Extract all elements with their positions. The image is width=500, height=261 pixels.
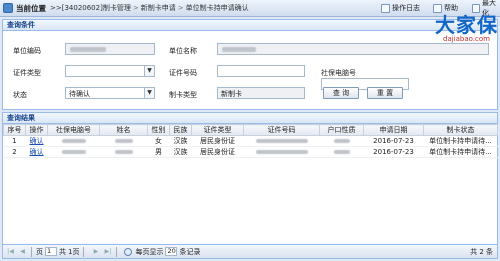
- redacted-hukou: [333, 150, 350, 154]
- table-header: 序号 操作 社保电脑号 姓名 性别 民族 证件类型 证件号码 户口性质 申请日期…: [3, 124, 498, 136]
- operation-log-label: 操作日志: [392, 4, 420, 12]
- total-pages: 1页: [68, 247, 80, 256]
- query-results-panel: 查询结果 序号 操作 社保电脑号 姓名 性别 民族 证件类型 证件号码 户口性质…: [2, 112, 498, 259]
- query-results-title: 查询结果: [3, 113, 497, 124]
- page-prefix: 页: [36, 247, 43, 256]
- unit-name-label: 单位名称: [169, 47, 197, 55]
- status-value: 待确认: [69, 90, 90, 98]
- table-row[interactable]: 1 确认 女 汉族 居民身份证 2016-07-23 单位制卡持申请待...: [3, 135, 498, 147]
- reset-button[interactable]: 重 置: [367, 87, 403, 99]
- watermark-logo-main: 大家保: [435, 13, 498, 37]
- id-no-label: 证件号码: [169, 69, 197, 77]
- pager-separator: [116, 246, 118, 257]
- pager-separator: [31, 246, 32, 257]
- redacted-name: [114, 150, 133, 154]
- confirm-link[interactable]: 确认: [30, 148, 44, 156]
- per-page-suffix: 条记录: [179, 247, 201, 256]
- id-type-label: 证件类型: [13, 69, 41, 77]
- prev-page-icon[interactable]: ◀: [18, 247, 27, 256]
- unit-code-field: [65, 43, 155, 55]
- card-no-label: 社保电脑号: [321, 69, 356, 77]
- next-page-icon[interactable]: ▶: [91, 247, 100, 256]
- operation-log-button[interactable]: 操作日志: [381, 2, 420, 14]
- query-conditions-title: 查询条件: [3, 20, 497, 31]
- watermark-logo: 大家保 dajiabao.com: [435, 15, 498, 43]
- redacted-card-no: [61, 150, 86, 154]
- gender: 女: [147, 135, 170, 147]
- col-header[interactable]: 证件类型: [191, 124, 244, 136]
- gender: 男: [147, 146, 170, 158]
- pagination-bar: |◀ ◀ 页 1 共 1页 ▶ ▶| 每页显示 20 条记录 共 2 条: [3, 244, 497, 258]
- location-icon: [3, 3, 13, 13]
- redacted-id-no: [255, 139, 308, 143]
- breadcrumb-code: >>[34020602]: [50, 4, 103, 12]
- col-header[interactable]: 社保电脑号: [47, 124, 100, 136]
- query-conditions-panel: 查询条件 单位编码 单位名称 证件类型 ▼ 证件号码 社保电脑号 状态 待确认 …: [2, 19, 498, 110]
- col-header[interactable]: 制卡状态: [423, 124, 498, 136]
- row-no: 1: [3, 135, 26, 147]
- pager-separator: [83, 246, 85, 257]
- confirm-link[interactable]: 确认: [30, 137, 44, 145]
- col-header[interactable]: 序号: [3, 124, 26, 136]
- unit-code-label: 单位编码: [13, 47, 41, 55]
- redacted-name: [114, 139, 133, 143]
- query-button[interactable]: 查 询: [323, 87, 359, 99]
- total-records: 共 2 条: [470, 247, 493, 256]
- breadcrumb-item[interactable]: 单位制卡持申请确认: [186, 4, 249, 12]
- col-header[interactable]: 证件号码: [243, 124, 320, 136]
- total-prefix: 共: [59, 247, 66, 256]
- refresh-icon[interactable]: [124, 247, 133, 256]
- card-state: 单位制卡持申请待...: [423, 135, 498, 147]
- maximize-icon: [472, 3, 480, 13]
- status-select[interactable]: 待确认 ▼: [65, 87, 155, 99]
- col-header[interactable]: 操作: [25, 124, 48, 136]
- status-label: 状态: [13, 91, 27, 99]
- redacted-card-no: [61, 139, 86, 143]
- col-header[interactable]: 性别: [147, 124, 170, 136]
- per-page-input[interactable]: 20: [165, 247, 178, 256]
- id-type-select[interactable]: ▼: [65, 65, 155, 77]
- redacted-hukou: [333, 139, 350, 143]
- card-type-value: 新制卡: [221, 90, 242, 98]
- breadcrumb-item[interactable]: 制卡管理: [103, 4, 131, 12]
- top-bar: 当前位置 >>[34020602]制卡管理 > 新制卡申请 > 单位制卡持申请确认 操作…: [0, 0, 500, 17]
- log-icon: [381, 3, 390, 13]
- watermark-logo-sub: dajiabao.com: [443, 35, 490, 43]
- chevron-down-icon: ▼: [144, 66, 154, 76]
- col-header[interactable]: 姓名: [99, 124, 148, 136]
- per-page-label: 每页显示: [135, 247, 164, 256]
- card-state: 单位制卡持申请待...: [423, 146, 498, 158]
- card-type-label: 制卡类型: [169, 91, 197, 99]
- ethnic: 汉族: [169, 135, 192, 147]
- breadcrumb: >>[34020602]制卡管理 > 新制卡申请 > 单位制卡持申请确认: [50, 4, 249, 12]
- results-table: 序号 操作 社保电脑号 姓名 性别 民族 证件类型 证件号码 户口性质 申请日期…: [3, 124, 498, 158]
- apply-date: 2016-07-23: [363, 135, 424, 147]
- id-type: 居民身份证: [191, 146, 244, 158]
- unit-name-field: [217, 43, 489, 55]
- chevron-down-icon: ▼: [144, 88, 154, 98]
- table-row[interactable]: 2 确认 男 汉族 居民身份证 2016-07-23 单位制卡持申请待...: [3, 146, 498, 158]
- help-label: 帮助: [444, 4, 458, 12]
- apply-date: 2016-07-23: [363, 146, 424, 158]
- id-no-input[interactable]: [217, 65, 305, 77]
- col-header[interactable]: 申请日期: [363, 124, 424, 136]
- last-page-icon[interactable]: ▶|: [103, 247, 112, 256]
- card-type-field: 新制卡: [217, 87, 305, 99]
- id-type: 居民身份证: [191, 135, 244, 147]
- page-number-input[interactable]: 1: [45, 247, 57, 256]
- first-page-icon[interactable]: |◀: [6, 247, 15, 256]
- redacted-id-no: [255, 150, 308, 154]
- breadcrumb-item[interactable]: 新制卡申请: [141, 4, 176, 12]
- location-label: 当前位置: [16, 3, 46, 13]
- row-no: 2: [3, 146, 26, 158]
- ethnic: 汉族: [169, 146, 192, 158]
- col-header[interactable]: 户口性质: [319, 124, 364, 136]
- help-icon: [433, 3, 442, 13]
- col-header[interactable]: 民族: [169, 124, 192, 136]
